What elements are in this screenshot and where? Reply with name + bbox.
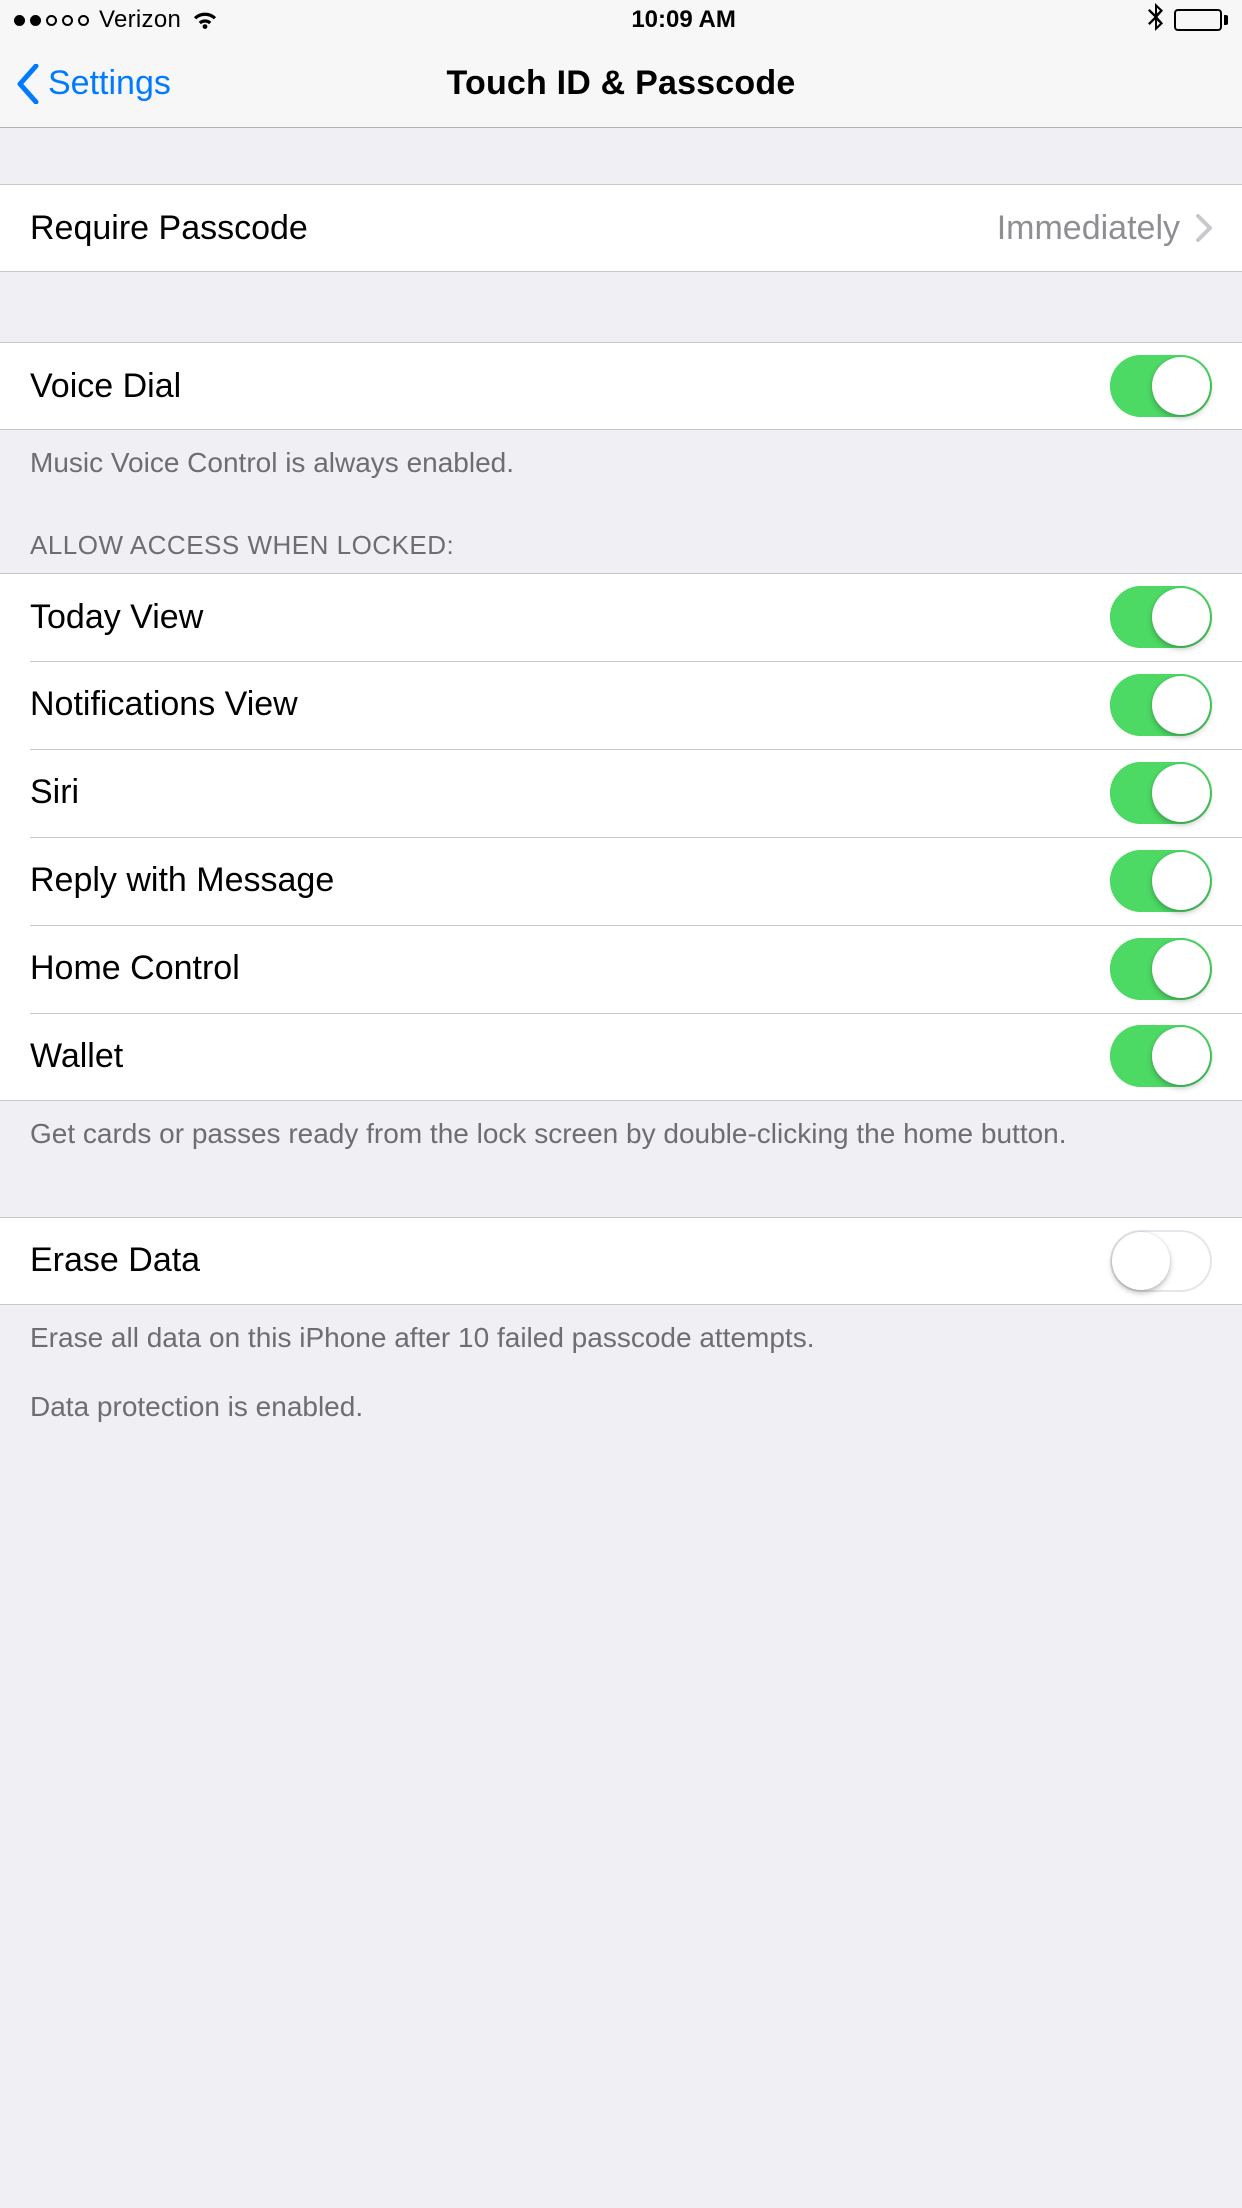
wallet-label: Wallet [30,1037,1110,1076]
siri-toggle[interactable] [1110,762,1212,824]
voice-dial-label: Voice Dial [30,367,1110,406]
status-bar: Verizon 10:09 AM [0,0,1242,40]
erase-data-label: Erase Data [30,1241,1110,1280]
battery-icon [1174,9,1228,31]
chevron-right-icon [1196,214,1212,242]
allow-access-header: ALLOW ACCESS WHEN LOCKED: [0,494,1242,573]
signal-strength-icon [14,15,89,26]
status-right [1148,3,1228,38]
chevron-left-icon [16,64,40,104]
reply-with-message-cell: Reply with Message [0,837,1242,925]
home-control-label: Home Control [30,949,1110,988]
voice-dial-cell: Voice Dial [0,342,1242,430]
require-passcode-label: Require Passcode [30,209,997,248]
require-passcode-cell[interactable]: Require Passcode Immediately [0,184,1242,272]
settings-list: Require Passcode Immediately Voice Dial … [0,128,1242,1438]
navigation-bar: Settings Touch ID & Passcode [0,40,1242,128]
notifications-view-cell: Notifications View [0,661,1242,749]
wallet-toggle[interactable] [1110,1025,1212,1087]
erase-data-footer-1: Erase all data on this iPhone after 10 f… [0,1305,1242,1369]
voice-dial-toggle[interactable] [1110,355,1212,417]
today-view-toggle[interactable] [1110,586,1212,648]
wallet-cell: Wallet [0,1013,1242,1101]
reply-with-message-toggle[interactable] [1110,850,1212,912]
siri-label: Siri [30,773,1110,812]
today-view-label: Today View [30,598,1110,637]
reply-with-message-label: Reply with Message [30,861,1110,900]
back-label: Settings [48,64,171,103]
voice-dial-footer: Music Voice Control is always enabled. [0,430,1242,494]
home-control-toggle[interactable] [1110,938,1212,1000]
bluetooth-icon [1148,3,1164,38]
status-left: Verizon [14,6,219,34]
siri-cell: Siri [0,749,1242,837]
status-time: 10:09 AM [631,6,735,34]
require-passcode-value: Immediately [997,209,1180,248]
erase-data-footer-2: Data protection is enabled. [0,1368,1242,1438]
notifications-view-label: Notifications View [30,685,1110,724]
notifications-view-toggle[interactable] [1110,674,1212,736]
carrier-label: Verizon [99,6,181,34]
page-title: Touch ID & Passcode [0,64,1242,103]
allow-access-footer: Get cards or passes ready from the lock … [0,1101,1242,1165]
home-control-cell: Home Control [0,925,1242,1013]
today-view-cell: Today View [0,573,1242,661]
erase-data-cell: Erase Data [0,1217,1242,1305]
erase-data-toggle[interactable] [1110,1230,1212,1292]
back-button[interactable]: Settings [0,64,171,104]
wifi-icon [191,9,219,31]
